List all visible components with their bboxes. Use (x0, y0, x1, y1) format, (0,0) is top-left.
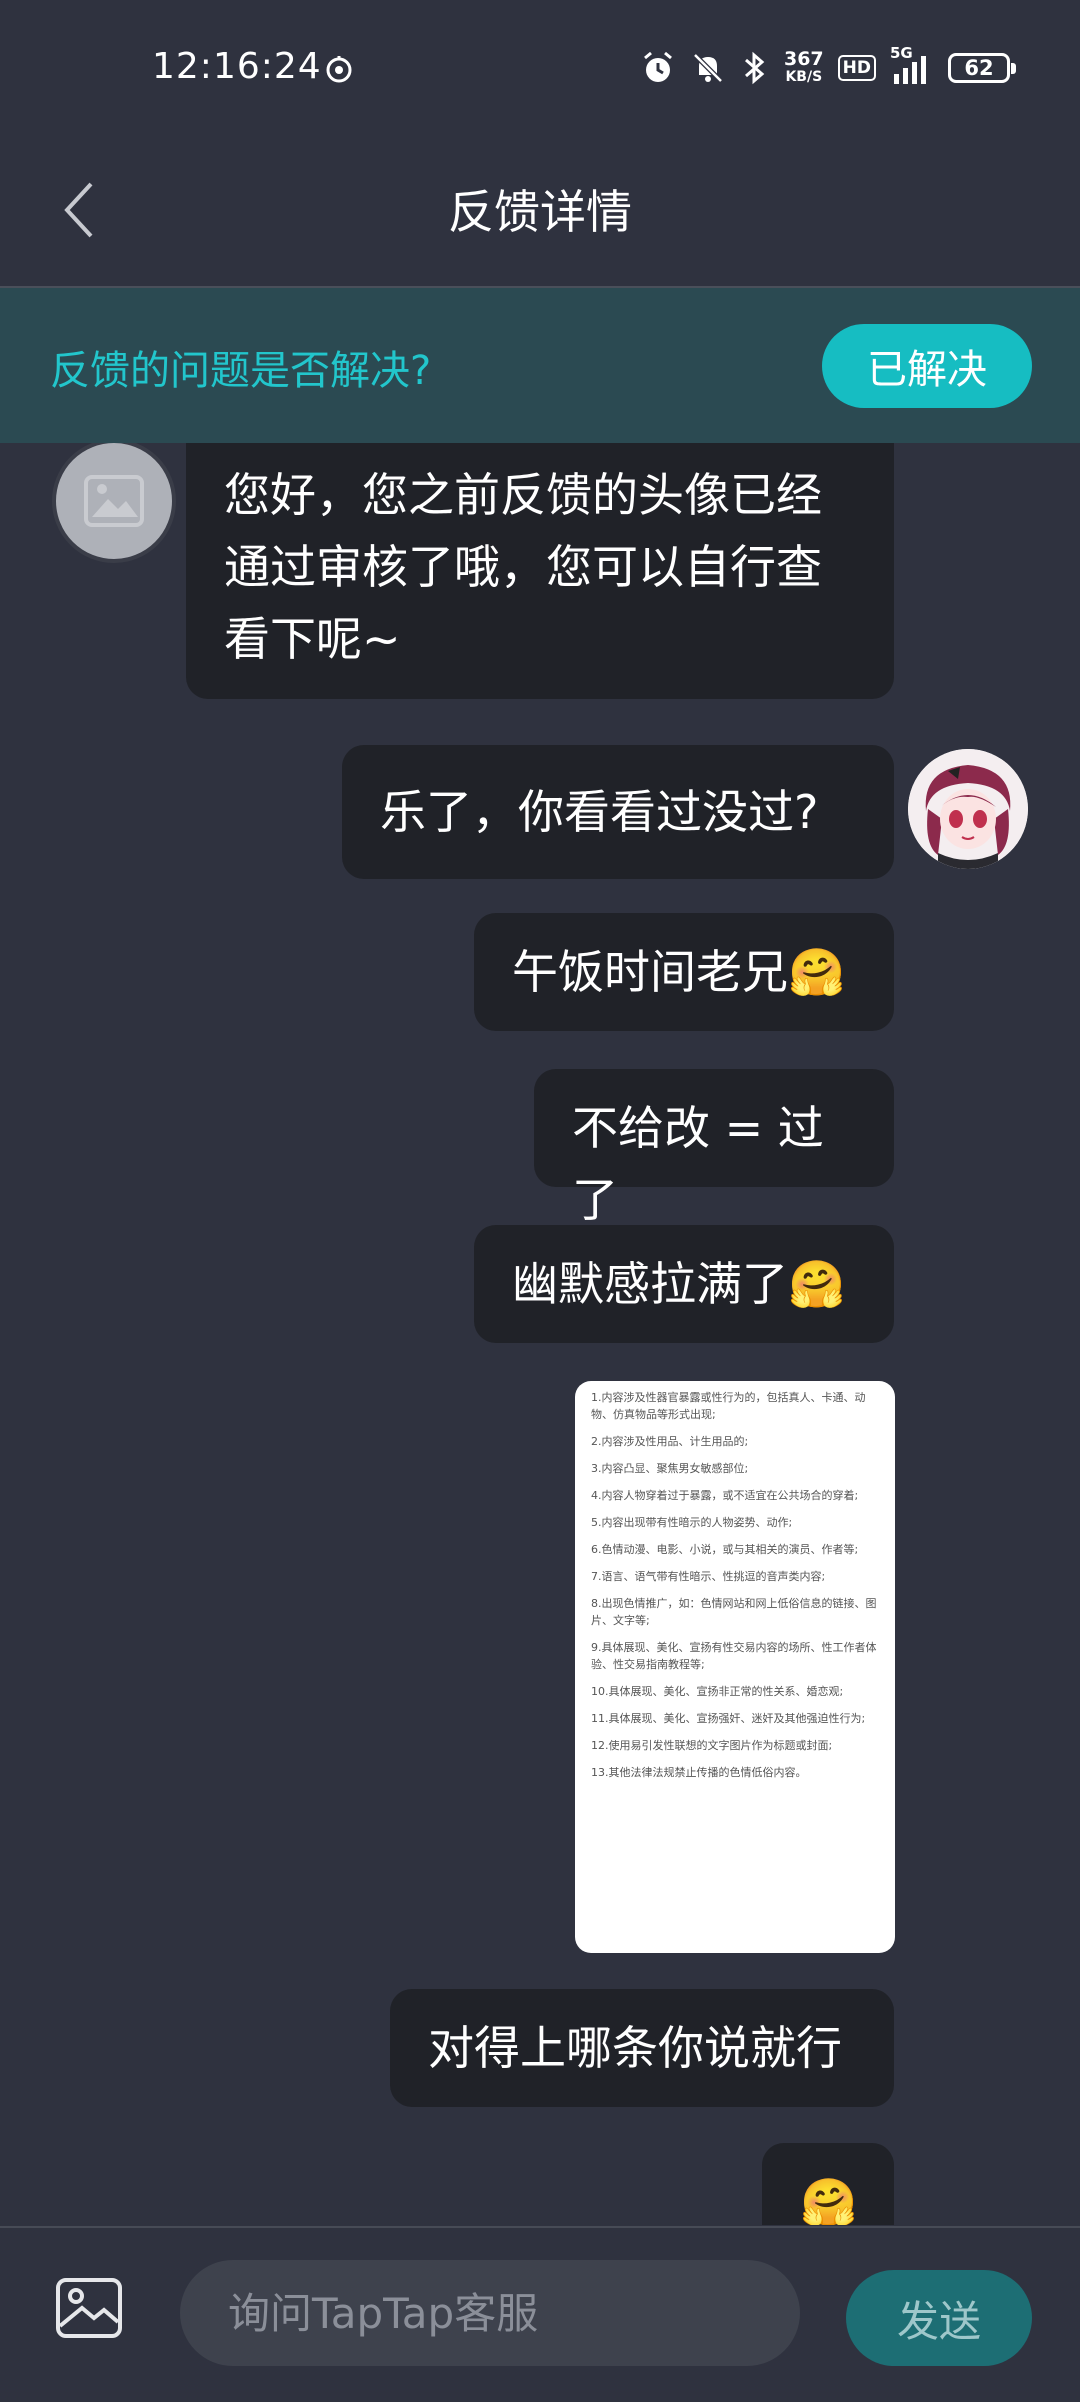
rule-line: 7.语言、语气带有性暗示、性挑逗的音声类内容; (591, 1570, 826, 1583)
agent-avatar (52, 443, 176, 563)
status-bar: 12:16:24 367 KB/S HD 5G 62 (0, 0, 1080, 140)
rule-line: 8.出现色情推广，如：色情网站和网上低俗信息的链接、图片、文字等; (591, 1597, 877, 1627)
rule-line: 4.内容人物穿着过于暴露，或不适宜在公共场合的穿着; (591, 1489, 859, 1502)
anime-avatar-icon (908, 749, 1028, 869)
user-message: 不给改 = 过了 (534, 1069, 894, 1227)
speed-value: 367 (783, 48, 824, 70)
rule-line: 11.具体展现、美化、宣扬强奸、迷奸及其他强迫性行为; (591, 1712, 866, 1725)
message-text: 您好，您之前反馈的头像已经通过审核了哦，您可以自行查看下呢~ (224, 468, 822, 666)
message-text: 不给改 = 过了 (572, 1101, 824, 1227)
bluetooth-icon (744, 51, 765, 85)
chat-list[interactable]: 您好，您之前反馈的头像已经通过审核了哦，您可以自行查看下呢~ 乐了，你看看过没过… (0, 443, 1080, 2225)
resolution-banner: 反馈的问题是否解决? 已解决 (0, 288, 1080, 443)
image-placeholder-icon (84, 475, 144, 527)
rule-line: 6.色情动漫、电影、小说，或与其相关的演员、作者等; (591, 1543, 859, 1556)
signal-icon (894, 56, 926, 84)
mute-bell-icon (693, 53, 723, 83)
header: 反馈详情 (0, 140, 1080, 288)
user-message: 对得上哪条你说就行 (390, 1989, 894, 2107)
battery-level: 62 (964, 56, 994, 80)
agent-message: 您好，您之前反馈的头像已经通过审核了哦，您可以自行查看下呢~ (186, 443, 894, 699)
user-message: 乐了，你看看过没过? (342, 745, 894, 879)
rule-line: 13.其他法律法规禁止传播的色情低俗内容。 (591, 1766, 807, 1779)
message-text: 午饭时间老兄🤗 (512, 945, 846, 999)
resolution-question: 反馈的问题是否解决? (50, 348, 432, 394)
message-text: 幽默感拉满了🤗 (512, 1257, 846, 1311)
rule-line: 12.使用易引发性联想的文字图片作为标题或封面; (591, 1739, 833, 1752)
hd-badge: HD (837, 55, 876, 81)
image-message[interactable]: 1.内容涉及性器官暴露或性行为的，包括真人、卡通、动物、仿真物品等形式出现; 2… (575, 1381, 895, 1953)
alarm-icon (644, 51, 672, 82)
rule-line: 5.内容出现带有性暗示的人物姿势、动作; (591, 1516, 793, 1529)
rule-line: 10.具体展现、美化、宣扬非正常的性关系、婚恋观; (591, 1685, 844, 1698)
message-text: 🤗 (800, 2175, 858, 2225)
rule-line: 1.内容涉及性器官暴露或性行为的，包括真人、卡通、动物、仿真物品等形式出现; (591, 1391, 866, 1421)
user-message: 午饭时间老兄🤗 (474, 913, 894, 1031)
battery-icon: 62 (948, 53, 1016, 83)
message-input[interactable] (180, 2260, 800, 2366)
status-time: 12:16:24 (152, 46, 322, 87)
rule-line: 2.内容涉及性用品、计生用品的; (591, 1435, 749, 1448)
send-button[interactable]: 发送 (846, 2270, 1032, 2366)
user-avatar[interactable] (908, 749, 1028, 869)
composer-bar: 发送 (0, 2226, 1080, 2402)
message-text: 对得上哪条你说就行 (428, 2021, 842, 2075)
network-speed: 367 KB/S (784, 50, 824, 86)
user-message: 🤗 (762, 2143, 894, 2225)
speed-unit: KB/S (785, 69, 823, 85)
image-picker-button[interactable] (54, 2276, 124, 2340)
rule-line: 9.具体展现、美化、宣扬有性交易内容的场所、性工作者体验、性交易指南教程等; (591, 1641, 877, 1671)
rule-line: 3.内容凸显、聚焦男女敏感部位; (591, 1462, 749, 1475)
page-title: 反馈详情 (448, 185, 632, 239)
signal-indicator: 5G (890, 44, 934, 86)
resolved-button[interactable]: 已解决 (822, 324, 1032, 408)
user-message: 幽默感拉满了🤗 (474, 1225, 894, 1343)
message-text: 乐了，你看看过没过? (380, 785, 819, 839)
stopwatch-icon (326, 56, 352, 83)
image-icon (56, 2278, 122, 2338)
